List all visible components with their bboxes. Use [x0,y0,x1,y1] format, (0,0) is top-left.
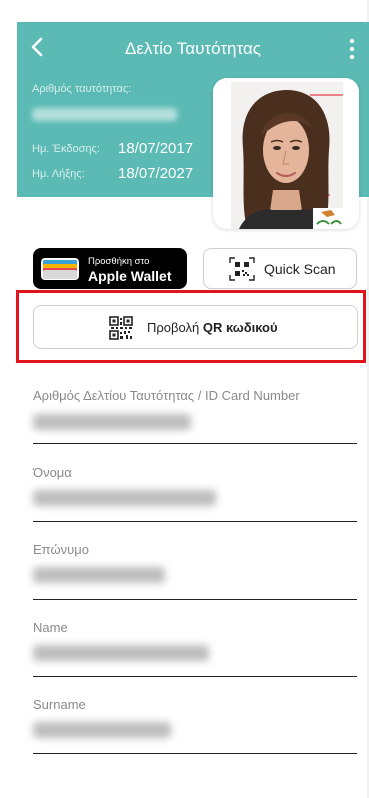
id-number-label: Αριθμός ταυτότητας: [32,83,132,95]
name-underline [33,676,357,677]
expiry-date-label: Ημ. Λήξης: [32,168,85,180]
issue-date-label: Ημ. Έκδοσης: [32,143,100,155]
issue-date-value: 18/07/2017 [118,140,194,157]
surname-value-redacted [33,722,171,738]
more-options-button[interactable] [345,37,359,61]
show-qr-code-button[interactable]: Προβολή QR κωδικού [33,305,358,349]
add-to-apple-wallet-button[interactable]: Προσθήκη στο Apple Wallet [33,248,187,289]
surname-underline [33,753,357,754]
show-qr-label-prefix: Προβολή [147,320,203,335]
app-screen: Δελτίο Ταυτότητας Αριθμός ταυτότητας: Ημ… [0,0,369,798]
show-qr-label-bold: QR κωδικού [202,320,278,335]
qr-scan-icon [229,257,255,281]
quick-scan-button[interactable]: Quick Scan [203,248,357,289]
wallet-caption: Προσθήκη στο [88,256,150,267]
first-name-gr-value-redacted [33,490,216,506]
id-card-number-underline [33,443,357,444]
expiry-date-value: 18/07/2027 [118,165,194,182]
id-number-value-redacted [32,108,177,121]
first-name-gr-underline [33,521,357,522]
id-card-number-label: Αριθμός Δελτίου Ταυτότητας / ID Card Num… [33,388,300,403]
quick-scan-label: Quick Scan [264,261,336,277]
id-photo-card [213,78,359,229]
name-value-redacted [33,645,209,661]
more-vertical-icon [349,38,355,60]
id-card-number-value-redacted [33,414,191,430]
wallet-label: Apple Wallet [88,268,172,284]
first-name-gr-label: Όνομα [33,465,72,480]
last-name-gr-label: Επώνυμο [33,542,89,557]
portrait-photo [213,78,359,229]
surname-label: Surname [33,697,86,712]
last-name-gr-value-redacted [33,567,165,583]
wallet-icon [41,258,79,280]
status-bar [0,0,367,22]
last-name-gr-underline [33,599,357,600]
show-qr-label: Προβολή QR κωδικού [147,320,278,335]
name-label: Name [33,620,68,635]
page-title: Δελτίο Ταυτότητας [124,39,262,58]
qr-code-icon [109,316,133,340]
